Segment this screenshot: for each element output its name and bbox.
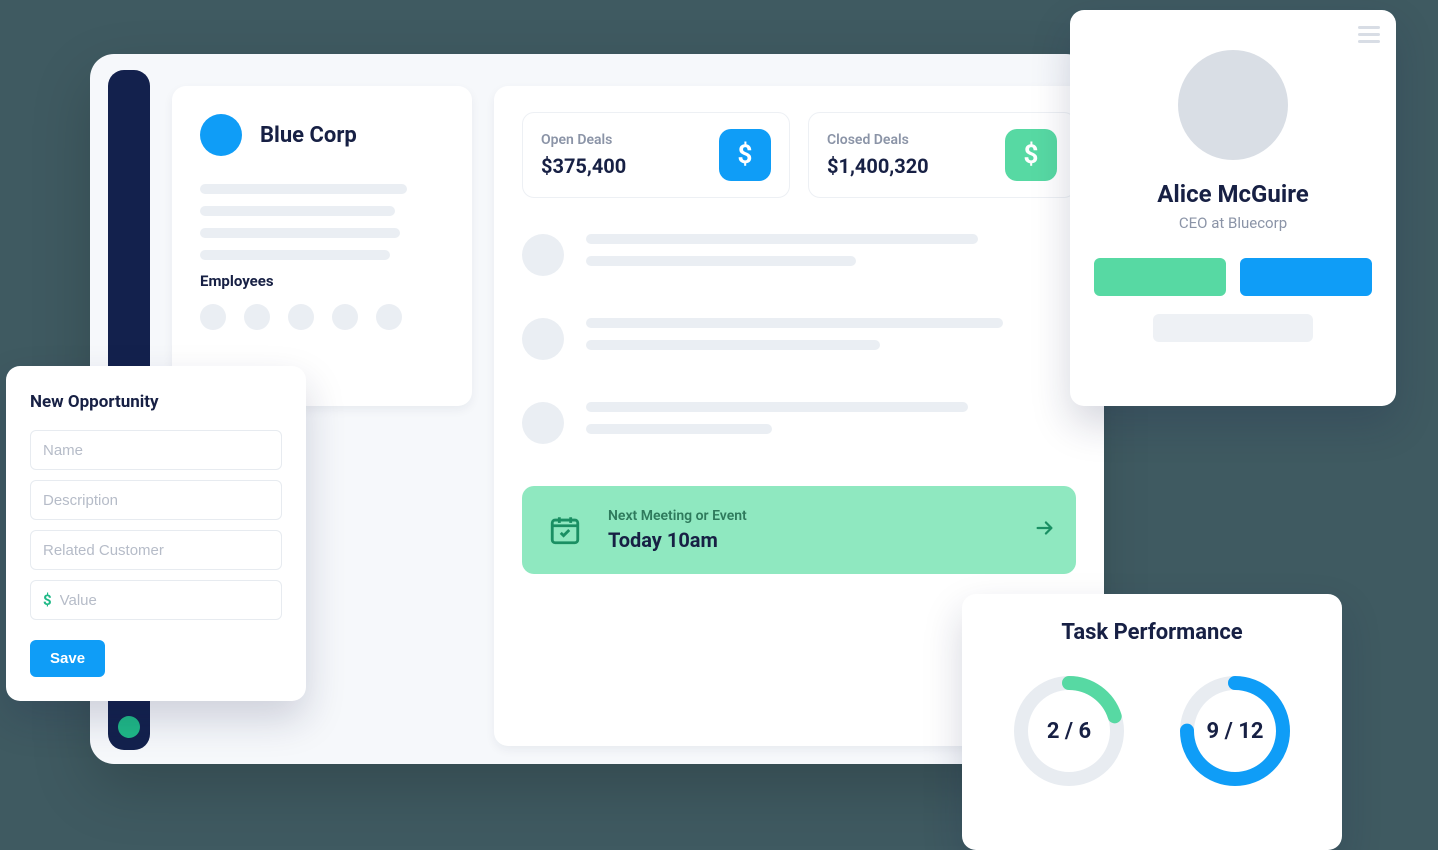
related-customer-input[interactable] [43,542,269,559]
profile-card: Alice McGuire CEO at Bluecorp [1070,10,1396,406]
placeholder-line [586,318,1003,328]
progress-label: 9 / 12 [1175,671,1295,791]
progress-ring: 2 / 6 [1009,671,1129,791]
dollar-icon: $ [719,129,771,181]
placeholder-line [1153,314,1313,342]
save-button[interactable]: Save [30,640,105,677]
progress-ring: 9 / 12 [1175,671,1295,791]
feed-avatar [522,234,564,276]
avatar [1178,50,1288,160]
placeholder-line [200,250,390,260]
new-opportunity-title: New Opportunity [30,392,282,412]
value-input[interactable] [60,592,269,609]
closed-deals-card[interactable]: Closed Deals $1,400,320 $ [808,112,1076,198]
placeholder-line [200,228,400,238]
company-avatar [200,114,242,156]
employee-avatar[interactable] [288,304,314,330]
profile-action-secondary[interactable] [1240,258,1372,296]
dollar-icon: $ [43,591,52,609]
event-time: Today 10am [608,528,747,552]
name-field[interactable] [30,430,282,470]
closed-deals-label: Closed Deals [827,132,929,148]
value-field[interactable]: $ [30,580,282,620]
activity-feed [522,234,1076,446]
company-name: Blue Corp [260,123,357,148]
employees-label: Employees [200,272,444,290]
next-event-banner[interactable]: Next Meeting or Event Today 10am [522,486,1076,574]
employees-row [200,304,444,330]
related-customer-field[interactable] [30,530,282,570]
progress-label: 2 / 6 [1009,671,1129,791]
feed-item [522,234,1076,278]
dollar-icon: $ [1005,129,1057,181]
open-deals-value: $375,400 [541,154,626,178]
placeholder-line [586,234,978,244]
feed-item [522,318,1076,362]
placeholder-line [200,184,407,194]
open-deals-label: Open Deals [541,132,626,148]
employee-avatar[interactable] [376,304,402,330]
profile-name: Alice McGuire [1094,180,1372,208]
closed-deals-value: $1,400,320 [827,154,929,178]
event-caption: Next Meeting or Event [608,508,747,524]
placeholder-line [586,340,880,350]
menu-icon[interactable] [1358,22,1380,47]
task-performance-card: Task Performance 2 / 6 9 / 12 [962,594,1342,850]
placeholder-line [586,402,968,412]
feed-avatar [522,402,564,444]
new-opportunity-card: New Opportunity $ Save [6,366,306,701]
employee-avatar[interactable] [244,304,270,330]
placeholder-line [200,206,395,216]
description-field[interactable] [30,480,282,520]
name-input[interactable] [43,442,269,459]
company-card: Blue Corp Employees [172,86,472,406]
feed-avatar [522,318,564,360]
profile-action-primary[interactable] [1094,258,1226,296]
task-performance-title: Task Performance [986,620,1318,645]
feed-item [522,402,1076,446]
description-input[interactable] [43,492,269,509]
open-deals-card[interactable]: Open Deals $375,400 $ [522,112,790,198]
sidebar-status-dot [118,716,140,738]
employee-avatar[interactable] [332,304,358,330]
placeholder-line [586,424,772,434]
calendar-icon [548,513,582,547]
profile-subtitle: CEO at Bluecorp [1094,214,1372,232]
arrow-right-icon [1034,517,1056,543]
employee-avatar[interactable] [200,304,226,330]
placeholder-line [586,256,856,266]
